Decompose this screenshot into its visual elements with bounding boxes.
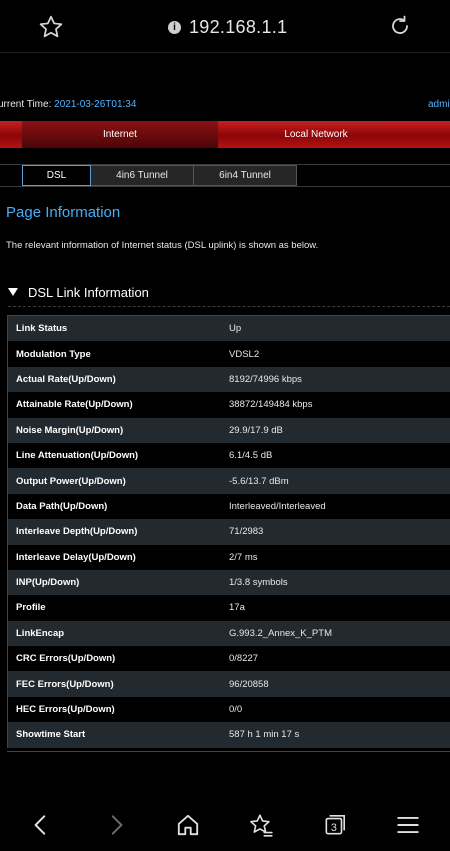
row-label: Noise Margin(Up/Down) <box>16 424 124 436</box>
star-icon[interactable] <box>38 14 64 40</box>
table-row: Actual Rate(Up/Down) 8192/74996 kbps <box>8 366 450 393</box>
bookmarks-icon[interactable] <box>248 812 274 838</box>
nav-local-network[interactable]: Local Network <box>218 121 414 148</box>
row-value: 29.9/17.9 dB <box>229 424 283 436</box>
row-label: Modulation Type <box>16 348 91 360</box>
divider <box>0 52 450 53</box>
row-label: FEC Errors(Up/Down) <box>16 678 114 690</box>
time-label: urrent Time: <box>0 99 55 110</box>
table-row: Noise Margin(Up/Down) 29.9/17.9 dB <box>8 417 450 443</box>
table-row: Link Status Up <box>8 316 450 342</box>
table-row: Showtime Start 587 h 1 min 17 s <box>8 722 450 748</box>
row-label: Actual Rate(Up/Down) <box>16 373 116 385</box>
tab-4in6-tunnel[interactable]: 4in6 Tunnel <box>91 165 194 186</box>
row-value: 17a <box>229 602 245 614</box>
reload-icon[interactable] <box>388 14 412 38</box>
row-label: INP(Up/Down) <box>16 577 80 589</box>
row-value: 38872/149484 kbps <box>229 399 313 411</box>
forward-icon[interactable] <box>103 812 129 838</box>
row-label: Line Attenuation(Up/Down) <box>16 450 139 462</box>
row-label: Interleave Depth(Up/Down) <box>16 526 138 538</box>
row-value: Interleaved/Interleaved <box>229 500 326 512</box>
info-icon[interactable]: i <box>168 20 181 34</box>
row-value: 8192/74996 kbps <box>229 373 302 385</box>
row-value: 587 h 1 min 17 s <box>229 729 300 741</box>
table-row: CRC Errors(Up/Down) 0/8227 <box>8 646 450 672</box>
dsl-info-table: Link Status Up Modulation Type VDSL2 Actual … <box>7 315 450 748</box>
table-row: INP(Up/Down) 1/3.8 symbols <box>8 569 450 596</box>
table-row: Interleave Depth(Up/Down) 71/2983 <box>8 519 450 545</box>
table-row: Modulation Type VDSL2 <box>8 341 450 367</box>
row-label: Profile <box>16 602 46 614</box>
time-value: 2021-03-26T01:34 <box>54 99 137 110</box>
section-title: DSL Link Information <box>28 284 149 300</box>
back-icon[interactable] <box>28 812 54 838</box>
menu-icon[interactable] <box>395 812 421 838</box>
table-row: HEC Errors(Up/Down) 0/0 <box>8 696 450 723</box>
row-label: LinkEncap <box>16 627 65 639</box>
row-value: 2/7 ms <box>229 551 258 563</box>
header-info: urrent Time: 2021-03-26T01:34 admi <box>0 99 450 113</box>
page-title: Page Information <box>6 204 121 221</box>
row-value: 71/2983 <box>229 526 264 538</box>
tab-6in4-tunnel[interactable]: 6in4 Tunnel <box>194 165 297 186</box>
main-nav: Internet Local Network <box>0 121 450 148</box>
current-time: urrent Time: 2021-03-26T01:34 <box>0 99 136 110</box>
row-value: -5.6/13.7 dBm <box>229 475 289 487</box>
row-label: HEC Errors(Up/Down) <box>16 704 115 716</box>
row-label: Interleave Delay(Up/Down) <box>16 551 136 563</box>
row-label: Attainable Rate(Up/Down) <box>16 399 133 411</box>
page-description: The relevant information of Internet sta… <box>6 240 319 251</box>
table-row: Profile 17a <box>8 595 450 621</box>
row-label: CRC Errors(Up/Down) <box>16 653 116 665</box>
nav-internet[interactable]: Internet <box>22 121 218 148</box>
row-value: 6.1/4.5 dB <box>229 450 273 462</box>
divider <box>7 751 450 752</box>
divider <box>8 306 450 307</box>
table-row: Data Path(Up/Down) Interleaved/Interleave… <box>8 493 450 520</box>
tabs-icon[interactable]: 3 <box>322 812 348 838</box>
tab-dsl[interactable]: DSL <box>22 165 91 186</box>
table-row: Output Power(Up/Down) -5.6/13.7 dBm <box>8 468 450 494</box>
table-row: Line Attenuation(Up/Down) 6.1/4.5 dB <box>8 442 450 469</box>
sub-tabs: DSL 4in6 Tunnel 6in4 Tunnel <box>22 165 297 187</box>
row-label: Output Power(Up/Down) <box>16 475 126 487</box>
browser-top-bar: i 192.168.1.1 <box>0 0 450 52</box>
row-label: Showtime Start <box>16 729 86 741</box>
home-icon[interactable] <box>175 812 201 838</box>
row-value: 0/8227 <box>229 653 259 665</box>
user-link[interactable]: admi <box>428 99 450 110</box>
row-label: Link Status <box>16 323 68 335</box>
row-value: 96/20858 <box>229 678 269 690</box>
tabs-frame-icon: 3 <box>325 814 346 835</box>
row-value: Up <box>229 323 242 335</box>
row-value: VDSL2 <box>229 348 260 360</box>
tab-count: 3 <box>331 822 337 834</box>
divider <box>0 186 450 187</box>
address-bar[interactable]: i 192.168.1.1 <box>168 16 287 38</box>
table-row: Attainable Rate(Up/Down) 38872/149484 kbp… <box>8 392 450 418</box>
table-row: LinkEncap G.993.2_Annex_K_PTM <box>8 620 450 647</box>
url-text: 192.168.1.1 <box>189 16 288 37</box>
row-label: Data Path(Up/Down) <box>16 500 108 512</box>
browser-bottom-bar: 3 <box>0 800 450 851</box>
section-header[interactable]: DSL Link Information <box>8 284 149 300</box>
collapse-triangle-icon[interactable] <box>8 288 18 296</box>
row-value: 1/3.8 symbols <box>229 577 288 589</box>
row-value: 0/0 <box>229 704 243 716</box>
table-row: Interleave Delay(Up/Down) 2/7 ms <box>8 544 450 570</box>
row-value: G.993.2_Annex_K_PTM <box>229 627 332 639</box>
table-row: FEC Errors(Up/Down) 96/20858 <box>8 671 450 697</box>
